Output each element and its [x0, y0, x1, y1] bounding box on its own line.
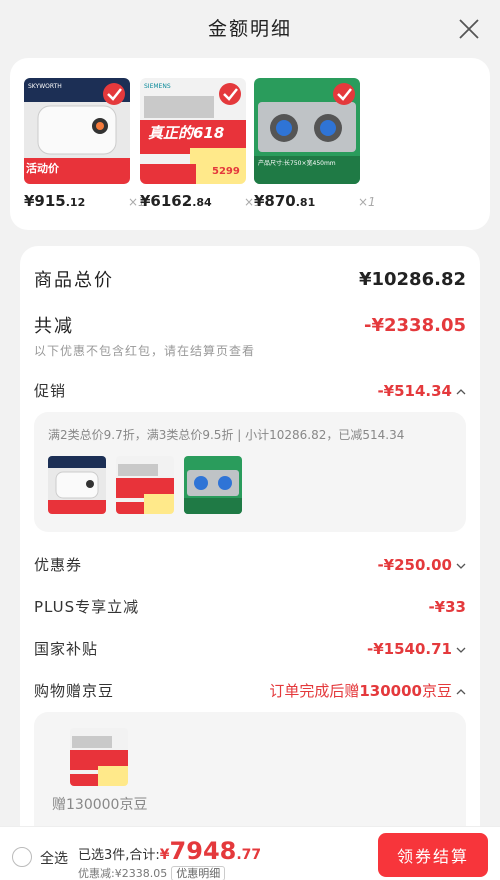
product-price: ¥870.81 [254, 192, 316, 210]
chevron-up-icon [456, 688, 466, 694]
total-value: ¥10286.82 [358, 268, 466, 290]
page-title: 金额明细 [207, 18, 292, 40]
order-sum: 已选3件,合计:¥7948.77 [78, 837, 261, 865]
close-icon[interactable] [458, 18, 480, 40]
promo-product-thumb [116, 456, 174, 514]
product-spec: 产品尺寸:长750×宽450mm [258, 160, 336, 167]
chevron-up-icon [456, 388, 466, 394]
product-price: ¥915.12 [24, 192, 86, 210]
header: 金额明细 [0, 0, 500, 58]
svg-text:SKYWORTH: SKYWORTH [28, 83, 62, 90]
subsidy-label: 国家补贴 [34, 640, 99, 658]
product-item[interactable]: SKYWORTH 活动价 ¥915.12 ×1 [24, 78, 146, 210]
plus-row: PLUS专享立减 -¥33 [34, 596, 466, 617]
discount-amount: 优惠减:¥2338.05 [78, 867, 168, 880]
beans-value-num: 130000 [359, 682, 422, 700]
product-image: 产品尺寸:长750×宽450mm [254, 78, 360, 184]
bottom-bar: 全选 已选3件,合计:¥7948.77 优惠减:¥2338.05 优惠明细 领券结… [0, 826, 500, 880]
select-all-radio[interactable] [12, 847, 32, 867]
product-image: SIEMENS 真正的618 5299 [140, 78, 246, 184]
chevron-down-icon [456, 647, 466, 653]
coupon-label: 优惠券 [34, 556, 83, 574]
product-price: ¥6162.84 [140, 192, 212, 210]
product-badge: 真正的618 [148, 124, 225, 142]
plus-label: PLUS专享立减 [34, 598, 140, 616]
selected-count: 已选3件,合计: [78, 848, 160, 863]
product-qty: ×1 [358, 195, 376, 209]
gift-product-thumb [70, 728, 128, 786]
checkout-button[interactable]: 领券结算 [378, 833, 488, 877]
reduce-row: 共减 -¥2338.05 [34, 312, 466, 338]
promo-product-thumb [184, 456, 242, 514]
promo-desc: 满2类总价9.7折，满3类总价9.5折 | 小计10286.82，已减514.3… [48, 428, 405, 442]
reduce-note: 以下优惠不包含红包，请在结算页查看 [34, 344, 256, 358]
beans-row[interactable]: 购物赠京豆 订单完成后赠130000京豆 [34, 680, 466, 701]
reduce-value: -¥2338.05 [364, 314, 466, 336]
promo-product-thumb [48, 456, 106, 514]
total-label: 商品总价 [34, 270, 114, 291]
total-row: 商品总价 ¥10286.82 [34, 266, 466, 292]
product-item[interactable]: 产品尺寸:长750×宽450mm ¥870.81 ×1 [254, 78, 376, 210]
detail-tag[interactable]: 优惠明细 [171, 866, 226, 880]
subsidy-row[interactable]: 国家补贴 -¥1540.71 [34, 638, 466, 659]
select-all-label[interactable]: 全选 [40, 848, 68, 868]
beans-label: 购物赠京豆 [34, 682, 115, 700]
promo-details: 满2类总价9.7折，满3类总价9.5折 | 小计10286.82，已减514.3… [34, 412, 466, 532]
product-image: SKYWORTH 活动价 [24, 78, 130, 184]
gift-text: 赠130000京豆 [52, 797, 148, 813]
beans-value-suffix: 京豆 [421, 682, 452, 700]
beans-value-prefix: 订单完成后赠 [269, 682, 360, 700]
reduce-label: 共减 [34, 316, 74, 337]
detail-card: 商品总价 ¥10286.82 共减 -¥2338.05 以下优惠不包含红包，请在… [20, 246, 480, 846]
products-card: SKYWORTH 活动价 ¥915.12 ×1 SIEMENS 真正的618 5… [10, 58, 490, 230]
subsidy-value: -¥1540.71 [367, 640, 452, 658]
chevron-down-icon [456, 563, 466, 569]
product-item[interactable]: SIEMENS 真正的618 5299 ¥6162.84 ×1 [140, 78, 262, 210]
promo-row[interactable]: 促销 -¥514.34 [34, 380, 466, 401]
product-badge: 活动价 [26, 162, 59, 175]
order-total: 7948.77 [169, 837, 262, 865]
svg-text:SIEMENS: SIEMENS [144, 83, 171, 90]
total-currency: ¥ [159, 847, 170, 863]
promo-label: 促销 [34, 382, 67, 400]
discount-line: 优惠减:¥2338.05 优惠明细 [78, 865, 226, 880]
promo-value: -¥514.34 [377, 382, 452, 400]
coupon-value: -¥250.00 [377, 556, 452, 574]
coupon-row[interactable]: 优惠券 -¥250.00 [34, 554, 466, 575]
plus-value: -¥33 [428, 597, 466, 616]
product-tag-price: 5299 [212, 166, 240, 177]
